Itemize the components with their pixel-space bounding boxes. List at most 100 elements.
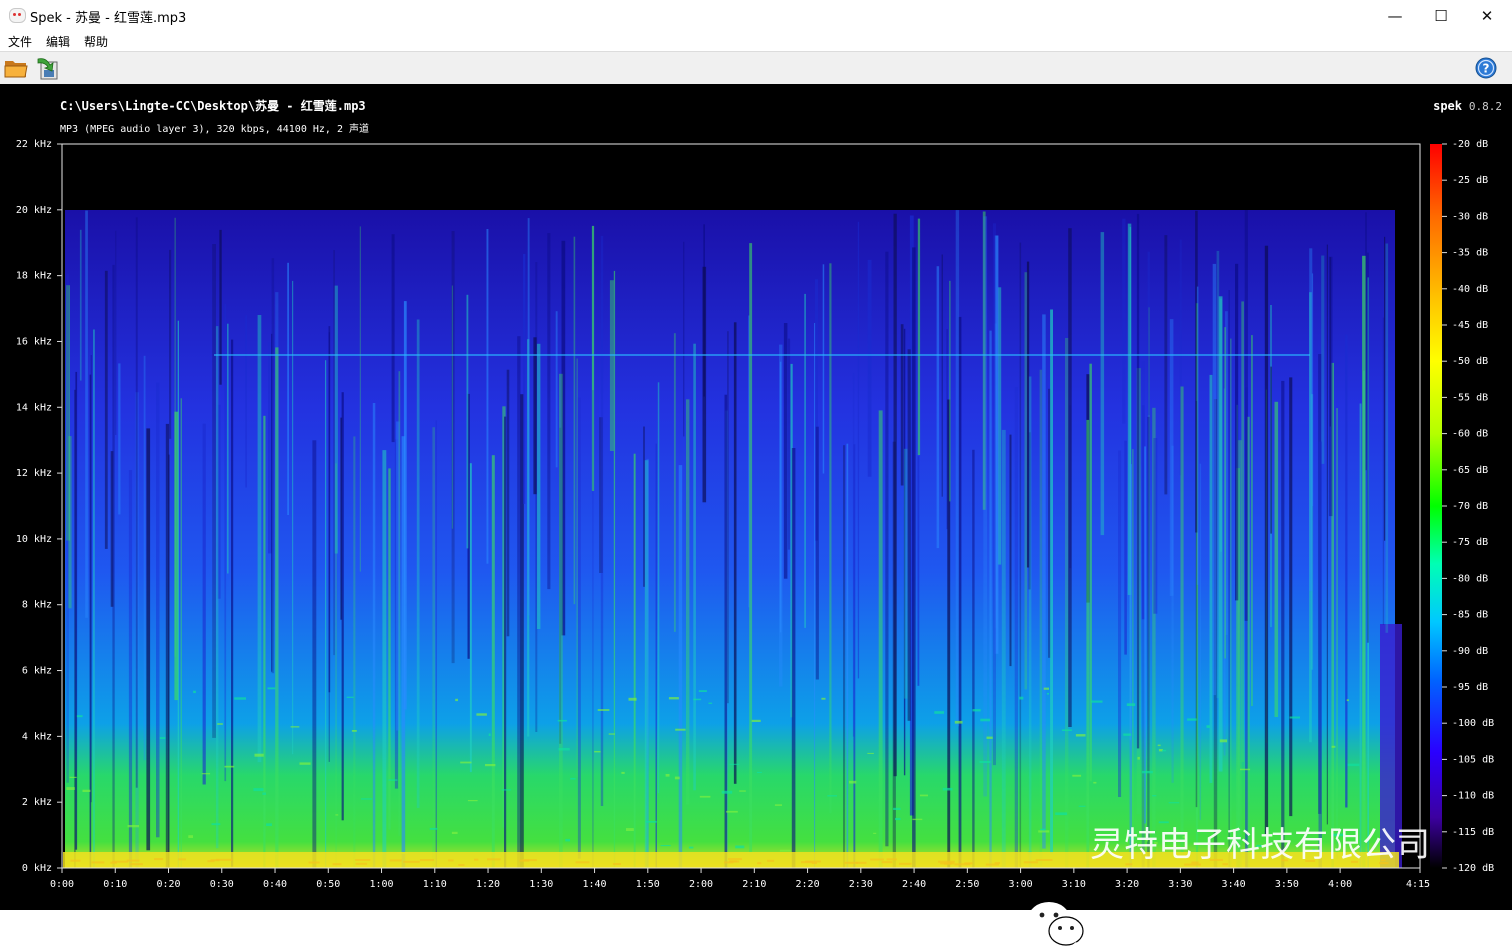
y-tick-label: 22 kHz <box>16 139 52 150</box>
open-file-button[interactable] <box>4 57 28 79</box>
spectral-streak <box>112 264 115 868</box>
y-tick-label: 4 kHz <box>22 731 52 742</box>
spectral-streak <box>749 243 753 852</box>
spectral-streak <box>1132 449 1134 850</box>
spectral-streak <box>1144 446 1146 824</box>
spectral-streak <box>74 389 76 868</box>
db-tick-label: -50 dB <box>1452 356 1488 367</box>
spectral-streak <box>341 392 344 821</box>
energy-speck <box>66 787 75 790</box>
spectral-streak <box>104 270 108 549</box>
maximize-button[interactable]: ☐ <box>1418 0 1464 31</box>
brand-name: spek <box>1433 99 1463 113</box>
spectral-streak <box>1065 338 1069 868</box>
spectral-streak <box>1326 244 1328 825</box>
spectral-streak <box>391 234 395 443</box>
spectral-streak <box>156 382 160 838</box>
close-button[interactable]: ✕ <box>1464 0 1510 31</box>
energy-speck <box>751 719 761 722</box>
spectral-streak <box>702 266 707 503</box>
spectral-streak <box>1321 255 1325 464</box>
energy-speck <box>224 765 235 768</box>
energy-speck <box>193 690 196 694</box>
brand-version: 0.8.2 <box>1469 100 1502 113</box>
spectral-streak <box>822 264 825 474</box>
spectral-streak <box>1281 380 1285 868</box>
spectral-streak <box>146 428 151 851</box>
spectral-streak <box>791 448 796 868</box>
spectral-streak <box>312 440 317 868</box>
menu-edit[interactable]: 编辑 <box>46 33 70 50</box>
menu-help[interactable]: 帮助 <box>84 33 108 50</box>
spectral-streak <box>1274 401 1279 717</box>
energy-speck <box>708 702 713 704</box>
spectral-streak <box>1124 440 1127 655</box>
spectral-streak <box>85 210 88 618</box>
energy-speck <box>82 789 91 792</box>
energy-speck <box>485 764 496 767</box>
spectral-streak <box>673 333 676 632</box>
spectral-streak <box>451 285 453 529</box>
db-tick-label: -80 dB <box>1452 573 1488 584</box>
energy-speck <box>827 795 837 797</box>
frequency-axis: 0 kHz 2 kHz 4 kHz 6 kHz 8 kHz 10 kHz 12 kHz 14 … <box>16 139 62 874</box>
energy-speck <box>668 697 679 700</box>
energy-speck <box>1137 756 1140 760</box>
spectral-streak <box>353 436 356 868</box>
help-glyph: ? <box>1483 62 1490 76</box>
x-tick-label: 2:20 <box>796 879 820 890</box>
energy-speck <box>1152 795 1157 797</box>
db-tick-label: -40 dB <box>1452 284 1488 295</box>
energy-speck <box>980 718 991 722</box>
spectral-streak <box>857 221 860 679</box>
energy-speck <box>721 790 733 794</box>
spectral-streak <box>79 229 82 381</box>
energy-speck <box>351 730 357 732</box>
spectral-streak <box>686 399 690 805</box>
energy-speck <box>1075 734 1086 737</box>
spectral-streak <box>555 311 558 468</box>
spectral-streak <box>912 247 916 868</box>
spectral-streak <box>1247 416 1250 868</box>
minimize-button[interactable]: — <box>1372 0 1418 31</box>
spectral-streak <box>1270 366 1272 534</box>
toolbar: ? <box>0 51 1512 85</box>
x-tick-label: 3:00 <box>1009 879 1033 890</box>
energy-speck <box>1043 687 1049 690</box>
spectral-streak <box>93 329 95 868</box>
spectral-streak <box>469 463 472 773</box>
spectral-streak <box>1086 419 1090 868</box>
energy-speck <box>757 771 762 773</box>
energy-speck <box>821 697 826 700</box>
spectral-streak <box>577 397 581 859</box>
spectral-streak <box>787 338 791 550</box>
energy-speck <box>429 827 438 830</box>
energy-speck <box>942 787 953 791</box>
menu-file[interactable]: 文件 <box>8 33 32 50</box>
energy-speck <box>660 845 671 847</box>
x-tick-label: 0:50 <box>316 879 340 890</box>
spectral-streak <box>1141 361 1145 868</box>
energy-speck <box>1240 768 1251 771</box>
spectral-streak <box>724 394 728 868</box>
energy-speck <box>290 726 300 728</box>
db-tick-label: -95 dB <box>1452 682 1488 693</box>
spectral-streak <box>118 363 121 515</box>
spectral-streak <box>212 244 216 738</box>
energy-speck <box>972 709 981 712</box>
save-export-button[interactable] <box>35 56 59 80</box>
energy-speck <box>361 798 373 800</box>
energy-speck <box>1331 745 1336 748</box>
help-button[interactable]: ? <box>1475 57 1497 79</box>
energy-speck <box>779 849 791 852</box>
energy-speck <box>1078 805 1086 807</box>
energy-speck <box>645 820 657 823</box>
spectral-streak <box>432 427 435 868</box>
energy-speck <box>739 790 746 792</box>
spectral-streak <box>852 372 855 737</box>
spectral-streak <box>1118 450 1122 797</box>
y-tick-label: 18 kHz <box>16 271 52 282</box>
spectral-streak <box>416 319 420 808</box>
db-tick-label: -25 dB <box>1452 175 1488 186</box>
spectral-streak <box>1382 317 1384 625</box>
